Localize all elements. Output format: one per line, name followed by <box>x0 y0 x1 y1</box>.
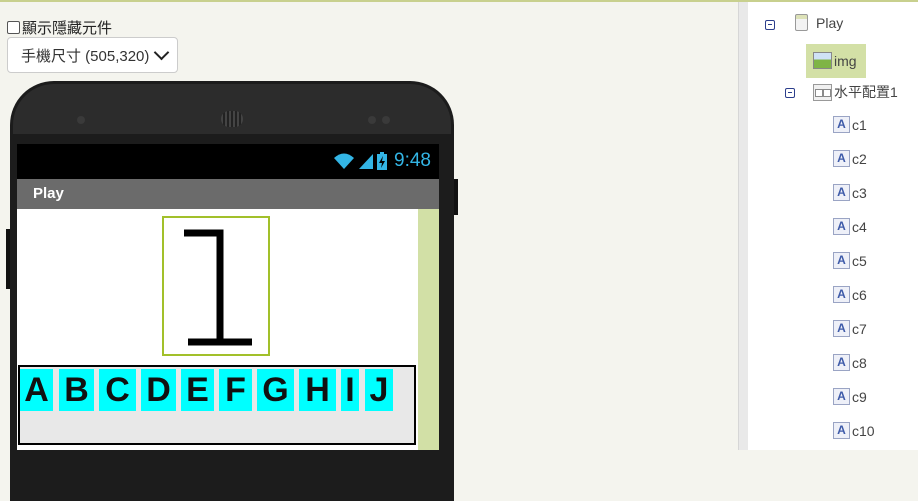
signal-icon <box>359 154 374 169</box>
collapse-toggle-icon[interactable] <box>765 20 775 30</box>
label-icon: A <box>833 116 850 133</box>
tree-node-label: c9 <box>852 388 867 405</box>
label-icon: A <box>833 150 850 167</box>
speaker-grille-icon <box>221 111 243 127</box>
app-title: Play <box>33 185 64 202</box>
letter-label-2[interactable]: B <box>59 369 94 411</box>
tree-node-label: c8 <box>852 354 867 371</box>
tree-node-label: c6 <box>852 286 867 303</box>
horizontal-arrangement-icon <box>813 83 832 101</box>
label-icon: A <box>833 388 850 405</box>
label-icon: A <box>833 320 850 337</box>
label-icon: A <box>833 218 850 235</box>
screen-icon <box>795 14 808 31</box>
label-icon: A <box>833 354 850 371</box>
label-icon: A <box>833 184 850 201</box>
letter-label-4[interactable]: D <box>141 369 176 411</box>
status-bar: 9:48 <box>17 144 439 179</box>
letter-label-1[interactable]: A <box>20 369 53 411</box>
show-hidden-components-toggle[interactable]: 顯示隱藏元件 <box>7 17 112 38</box>
tree-node-c10[interactable]: Ac10 <box>833 422 875 439</box>
img-component[interactable]: 1 <box>162 216 270 356</box>
tree-node-label: c1 <box>852 116 867 133</box>
letter-label-6[interactable]: F <box>219 369 252 411</box>
front-camera-icon <box>77 116 85 124</box>
tree-node-label: c10 <box>852 422 875 439</box>
letter-label-8[interactable]: H <box>299 369 336 411</box>
tree-node-c6[interactable]: Ac6 <box>833 286 867 303</box>
digit-one-image: 1 <box>164 218 252 346</box>
phone-power-button <box>454 179 458 215</box>
image-icon <box>813 52 832 69</box>
battery-charging-icon <box>377 152 388 170</box>
letter-label-10[interactable]: J <box>365 369 393 411</box>
screen-scroll-strip <box>418 209 439 450</box>
phone-screen: 9:48 Play 1 ABCDEFGHIJ <box>17 144 439 450</box>
label-icon: A <box>833 252 850 269</box>
app-title-bar: Play <box>17 179 439 209</box>
tree-node-c3[interactable]: Ac3 <box>833 184 867 201</box>
tree-node-label: c4 <box>852 218 867 235</box>
tree-node-label: img <box>834 52 857 69</box>
label-icon: A <box>833 422 850 439</box>
tree-node-c5[interactable]: Ac5 <box>833 252 867 269</box>
screen-size-select[interactable]: 手機尺寸 (505,320) <box>7 37 178 73</box>
tree-node-arrangement[interactable]: 水平配置1 <box>813 82 898 102</box>
tree-node-c1[interactable]: Ac1 <box>833 116 867 133</box>
tree-node-c8[interactable]: Ac8 <box>833 354 867 371</box>
sensor-dot-icon <box>368 116 376 124</box>
tree-node-c4[interactable]: Ac4 <box>833 218 867 235</box>
tree-node-play[interactable]: Play <box>795 14 843 31</box>
letter-label-9[interactable]: I <box>341 369 359 411</box>
tree-node-c9[interactable]: Ac9 <box>833 388 867 405</box>
panel-divider[interactable] <box>738 2 748 450</box>
tree-node-label: c3 <box>852 184 867 201</box>
show-hidden-label: 顯示隱藏元件 <box>22 20 113 37</box>
component-tree: Play img 水平配置1 Ac1 Ac2 Ac3 Ac4 Ac5 Ac6 Ac7 Ac8 A… <box>748 2 918 450</box>
chevron-down-icon <box>153 44 170 61</box>
horizontal-arrangement[interactable]: ABCDEFGHIJ <box>18 365 416 445</box>
show-hidden-checkbox[interactable] <box>7 21 20 34</box>
tree-node-c7[interactable]: Ac7 <box>833 320 867 337</box>
letter-label-7[interactable]: G <box>257 369 294 411</box>
sensor-dot-icon <box>382 116 390 124</box>
tree-node-label: 水平配置1 <box>834 84 898 100</box>
screen-size-value: 手機尺寸 (505,320) <box>21 47 150 65</box>
tree-node-label: c5 <box>852 252 867 269</box>
tree-node-img[interactable]: img <box>813 52 857 69</box>
letter-label-5[interactable]: E <box>181 369 214 411</box>
collapse-toggle-icon[interactable] <box>785 88 795 98</box>
letter-label-3[interactable]: C <box>99 369 136 411</box>
tree-node-label: c7 <box>852 320 867 337</box>
status-time: 9:48 <box>394 150 431 171</box>
label-icon: A <box>833 286 850 303</box>
digit-text: 1 <box>164 218 165 219</box>
wifi-icon <box>334 153 355 169</box>
tree-node-label: c2 <box>852 150 867 167</box>
tree-node-label: Play <box>816 14 844 31</box>
tree-node-c2[interactable]: Ac2 <box>833 150 867 167</box>
